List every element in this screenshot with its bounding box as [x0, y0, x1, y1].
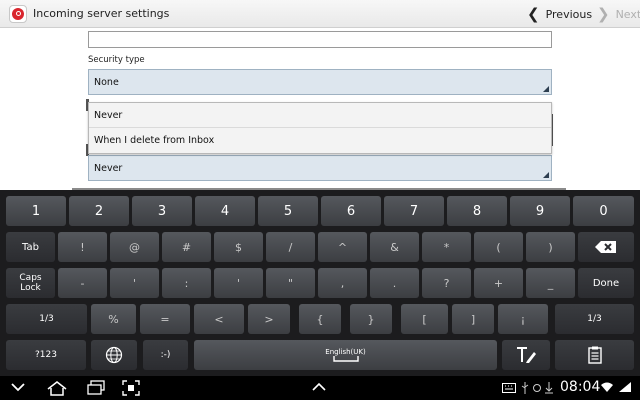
caps-lock-key[interactable]: Caps Lock: [6, 268, 55, 298]
security-type-label: Security type: [88, 55, 145, 65]
dropdown-list: Never When I delete from Inbox: [88, 102, 552, 154]
key-at[interactable]: @: [110, 232, 159, 262]
key-9[interactable]: 9: [510, 196, 570, 226]
language-key[interactable]: [91, 340, 137, 370]
dropdown-option-when-deleted[interactable]: When I delete from Inbox: [89, 128, 551, 153]
previous-label: Previous: [545, 7, 593, 21]
caps-label: Caps: [19, 273, 42, 283]
key-dollar[interactable]: $: [214, 232, 263, 262]
next-label: Next: [615, 7, 640, 21]
dropdown-triangle-icon: [543, 86, 549, 92]
emoticon-key[interactable]: :-): [143, 340, 188, 370]
text-pen-icon: [517, 347, 536, 363]
key-bracket-open[interactable]: [: [401, 304, 448, 334]
key-ampersand[interactable]: &: [370, 232, 419, 262]
clipboard-key[interactable]: [555, 340, 634, 370]
key-brace-close[interactable]: }: [350, 304, 392, 334]
system-bar: 08:04: [0, 376, 640, 400]
space-bar-icon: [332, 356, 359, 362]
key-percent[interactable]: %: [91, 304, 136, 334]
handwriting-key[interactable]: [502, 340, 550, 370]
key-greater-than[interactable]: >: [248, 304, 290, 334]
action-bar: Incoming server settings ❮ Previous ❯ Ne…: [0, 0, 640, 28]
usb-icon: [521, 382, 529, 394]
dropdown-option-never[interactable]: Never: [89, 103, 551, 128]
screenshot-icon[interactable]: [122, 380, 140, 396]
recent-apps-icon[interactable]: [86, 380, 106, 396]
key-underscore[interactable]: _: [526, 268, 575, 298]
page-left-key[interactable]: 1/3: [6, 304, 87, 334]
key-comma[interactable]: ,: [318, 268, 367, 298]
wifi-icon: [601, 382, 613, 392]
key-inverted-exclamation[interactable]: ¡: [498, 304, 548, 334]
key-equals[interactable]: =: [140, 304, 190, 334]
key-plus[interactable]: +: [474, 268, 523, 298]
key-8[interactable]: 8: [447, 196, 507, 226]
text-field[interactable]: [88, 31, 552, 48]
key-less-than[interactable]: <: [194, 304, 244, 334]
security-type-value: None: [94, 76, 119, 88]
key-caret[interactable]: ^: [318, 232, 367, 262]
key-single-quote[interactable]: ': [214, 268, 263, 298]
keyboard-status-icon: [502, 383, 516, 393]
screen-title: Incoming server settings: [33, 7, 170, 20]
clipboard-icon: [587, 346, 602, 364]
settings-form: Security type None Never Never When I de…: [0, 28, 640, 190]
key-7[interactable]: 7: [384, 196, 444, 226]
key-asterisk[interactable]: *: [422, 232, 471, 262]
clock: 08:04: [560, 379, 601, 395]
key-double-quote[interactable]: ": [266, 268, 315, 298]
key-brace-open[interactable]: {: [299, 304, 341, 334]
key-slash[interactable]: /: [266, 232, 315, 262]
sync-icon: [533, 384, 541, 392]
download-icon: [545, 382, 553, 394]
key-2[interactable]: 2: [69, 196, 129, 226]
key-colon[interactable]: :: [162, 268, 211, 298]
dropdown-triangle-icon: [543, 172, 549, 178]
key-paren-close[interactable]: ): [526, 232, 575, 262]
hide-keyboard-icon[interactable]: [10, 382, 26, 392]
space-language-label: English(UK): [325, 348, 366, 356]
screen: Incoming server settings ❮ Previous ❯ Ne…: [0, 0, 640, 400]
space-key[interactable]: English(UK): [194, 340, 497, 370]
delete-policy-spinner[interactable]: Never: [88, 155, 552, 181]
backspace-icon: [595, 241, 616, 253]
key-hash[interactable]: #: [162, 232, 211, 262]
key-period[interactable]: .: [370, 268, 419, 298]
key-question[interactable]: ?: [422, 268, 471, 298]
previous-button[interactable]: ❮ Previous: [527, 0, 592, 28]
key-1[interactable]: 1: [6, 196, 66, 226]
key-5[interactable]: 5: [258, 196, 318, 226]
chevron-left-icon: ❮: [527, 4, 540, 23]
symbols-key[interactable]: ?123: [6, 340, 86, 370]
backspace-key[interactable]: [578, 232, 634, 262]
lock-label: Lock: [20, 283, 41, 293]
security-type-spinner[interactable]: None: [88, 69, 552, 95]
key-apostrophe[interactable]: ': [110, 268, 159, 298]
key-bracket-close[interactable]: ]: [452, 304, 494, 334]
home-icon[interactable]: [46, 380, 68, 396]
signal-icon: [619, 382, 631, 392]
tab-key[interactable]: Tab: [6, 232, 55, 262]
key-dash[interactable]: -: [58, 268, 107, 298]
key-6[interactable]: 6: [321, 196, 381, 226]
key-exclamation[interactable]: !: [58, 232, 107, 262]
key-paren-open[interactable]: (: [474, 232, 523, 262]
chevron-right-icon: ❯: [597, 4, 610, 23]
delete-policy-value: Never: [94, 162, 123, 174]
email-app-icon[interactable]: [9, 4, 27, 23]
key-4[interactable]: 4: [195, 196, 255, 226]
soft-keyboard: 1 2 3 4 5 6 7 8 9 0 Tab ! @ # $ / ^ & * …: [0, 190, 640, 376]
done-key[interactable]: Done: [578, 268, 634, 298]
chevron-up-icon[interactable]: [311, 382, 327, 392]
page-right-key[interactable]: 1/3: [555, 304, 634, 334]
key-0[interactable]: 0: [573, 196, 634, 226]
globe-icon: [105, 346, 123, 364]
key-3[interactable]: 3: [132, 196, 192, 226]
next-button[interactable]: ❯ Next: [597, 0, 640, 28]
